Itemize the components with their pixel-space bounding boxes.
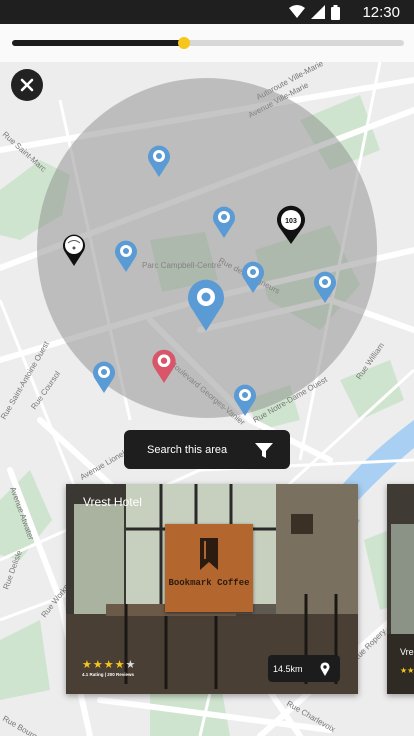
close-button[interactable] [11, 69, 43, 101]
status-time: 12:30 [362, 4, 400, 21]
status-bar: 12:30 [0, 0, 414, 24]
star-icon: ★ [82, 659, 92, 671]
cafe-sign-text: Bookmark Coffee [168, 578, 250, 588]
brand-logo-pin[interactable] [62, 233, 86, 267]
distance-value: 14.5km [273, 663, 303, 674]
brand-logo-pin[interactable]: 103 [276, 205, 306, 245]
place-name: Vre [400, 647, 414, 657]
location-pin[interactable] [212, 205, 236, 239]
rating-stars: ★★ [400, 666, 414, 675]
current-location-pin[interactable] [187, 278, 225, 332]
selected-place-pin[interactable] [151, 348, 177, 384]
battery-icon [331, 4, 340, 20]
status-icons [289, 4, 340, 20]
star-icon: ★ [114, 659, 125, 671]
star-icon: ★ [125, 659, 136, 671]
location-pin[interactable] [313, 270, 337, 304]
place-card[interactable]: Vre ★★ [387, 484, 414, 694]
place-photo [387, 484, 414, 694]
close-icon [20, 78, 34, 92]
search-this-area-button[interactable]: Search this area [124, 430, 290, 469]
location-pin-icon [320, 661, 330, 676]
bookmark-coffee-sign: Bookmark Coffee [165, 524, 253, 612]
radius-slider[interactable] [12, 37, 404, 49]
radius-slider-fill [12, 40, 185, 46]
radius-slider-thumb[interactable] [178, 37, 191, 49]
place-card[interactable]: Bookmark Coffee Vrest Hotel ★ ★ ★ ★ ★ 4.1 Ra… [66, 484, 358, 694]
star-icon: ★ [92, 659, 103, 671]
filter-icon[interactable] [252, 438, 276, 462]
signal-icon [311, 5, 325, 19]
location-pin[interactable] [92, 360, 116, 394]
wifi-icon [289, 5, 305, 18]
rating-reviews: 4.1 Rating | 200 Reviews [82, 672, 135, 677]
search-this-area-label: Search this area [147, 443, 228, 456]
brand-pin-label: 103 [285, 218, 297, 225]
location-pin[interactable] [233, 383, 257, 417]
search-radius-circle [37, 78, 377, 418]
distance-badge[interactable]: 14.5km [268, 655, 340, 682]
star-icon: ★ [103, 659, 114, 671]
radius-slider-bar [0, 24, 414, 62]
location-pin[interactable] [241, 260, 265, 294]
place-name: Vrest Hotel [83, 495, 142, 509]
location-pin[interactable] [147, 144, 171, 178]
location-pin[interactable] [114, 239, 138, 273]
bookmark-icon [200, 538, 218, 570]
rating-stars: ★ ★ ★ ★ ★ [82, 658, 135, 671]
